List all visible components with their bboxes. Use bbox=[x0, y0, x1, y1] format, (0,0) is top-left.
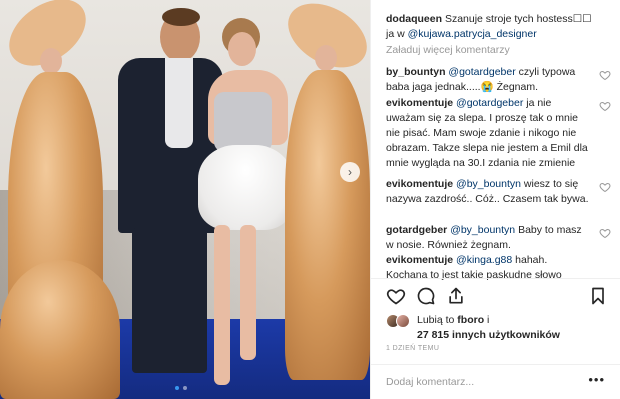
post-timestamp[interactable]: 1 DZIEŃ TEMU bbox=[386, 345, 439, 352]
man-hair bbox=[162, 8, 200, 26]
comment-item: evikomentuje @gotardgeber ja nie uważam … bbox=[386, 96, 611, 171]
post-caption: dodaqueen Szanuje stroje tych hostess☐☐ … bbox=[386, 12, 611, 42]
caption-mention[interactable]: @kujawa.patrycja_designer bbox=[408, 28, 537, 40]
likes-middle: i bbox=[484, 314, 490, 326]
comment-item: evikomentuje @kinga.g88 hahah. Kochana t… bbox=[386, 253, 611, 281]
divider bbox=[371, 364, 620, 365]
more-options-button[interactable]: ••• bbox=[588, 372, 605, 387]
post-photo[interactable]: › bbox=[0, 0, 370, 399]
share-icon[interactable] bbox=[446, 286, 466, 306]
carousel-indicator bbox=[175, 386, 187, 390]
comment-username[interactable]: evikomentuje bbox=[386, 97, 453, 109]
heart-icon[interactable] bbox=[599, 69, 611, 81]
woman-face bbox=[228, 32, 256, 66]
add-comment-input[interactable]: Dodaj komentarz... bbox=[386, 376, 474, 388]
likes-count[interactable]: 27 815 innych użytkowników bbox=[417, 329, 560, 341]
comment-icon[interactable] bbox=[416, 286, 436, 306]
heart-icon[interactable] bbox=[599, 181, 611, 193]
likes-text: Lubią to fboro i 27 815 innych użytkowni… bbox=[417, 313, 617, 343]
woman-leg-right bbox=[240, 225, 256, 360]
comment-mention[interactable]: @gotardgeber bbox=[448, 66, 515, 78]
heart-icon[interactable] bbox=[599, 100, 611, 112]
comment-item: by_bountyn @gotardgeber czyli typowa bab… bbox=[386, 65, 611, 95]
carousel-dot-active bbox=[175, 386, 179, 390]
comment-mention[interactable]: @by_bountyn bbox=[456, 178, 521, 190]
divider bbox=[371, 278, 620, 279]
hostess-face-left bbox=[40, 48, 62, 74]
heart-icon[interactable] bbox=[386, 286, 406, 306]
post-sidebar: dodaqueen Szanuje stroje tych hostess☐☐ … bbox=[370, 0, 620, 399]
comment-mention[interactable]: @kinga.g88 bbox=[456, 254, 512, 266]
avatar[interactable] bbox=[396, 314, 410, 328]
likes-prefix: Lubią to bbox=[417, 314, 458, 326]
hostess-dress-right bbox=[285, 70, 370, 380]
woman-dress-top bbox=[214, 92, 272, 152]
comment-username[interactable]: gotardgeber bbox=[386, 224, 447, 236]
comment-mention[interactable]: @gotardgeber bbox=[456, 97, 523, 109]
comment-mention[interactable]: @by_bountyn bbox=[450, 224, 515, 236]
carousel-next-button[interactable]: › bbox=[340, 162, 360, 182]
comment-item: evikomentuje @by_bountyn wiesz to się na… bbox=[386, 177, 611, 207]
bookmark-icon[interactable] bbox=[588, 286, 608, 306]
hostess-face-right bbox=[315, 45, 337, 71]
author-username[interactable]: dodaqueen bbox=[386, 13, 442, 25]
comment-item: gotardgeber @by_bountyn Baby to masz w n… bbox=[386, 223, 611, 253]
liker-username[interactable]: fboro bbox=[457, 314, 484, 326]
comment-username[interactable]: evikomentuje bbox=[386, 254, 453, 266]
caption-prefix: ja w bbox=[386, 28, 408, 40]
woman-feather-skirt bbox=[198, 145, 293, 230]
heart-icon[interactable] bbox=[599, 227, 611, 239]
comment-username[interactable]: evikomentuje bbox=[386, 178, 453, 190]
man-shirt bbox=[165, 58, 193, 148]
carousel-dot bbox=[183, 386, 187, 390]
load-more-comments[interactable]: Załaduj więcej komentarzy bbox=[386, 44, 510, 56]
post-actions bbox=[386, 286, 616, 308]
comment-username[interactable]: by_bountyn bbox=[386, 66, 446, 78]
woman-leg-left bbox=[214, 225, 230, 385]
hostess-gown-left bbox=[0, 260, 120, 399]
man-legs bbox=[132, 228, 207, 373]
liker-avatars bbox=[386, 314, 416, 328]
likes-summary: Lubią to fboro i 27 815 innych użytkowni… bbox=[386, 312, 616, 342]
caption-text: Szanuje stroje tych hostess☐☐ bbox=[444, 13, 592, 25]
